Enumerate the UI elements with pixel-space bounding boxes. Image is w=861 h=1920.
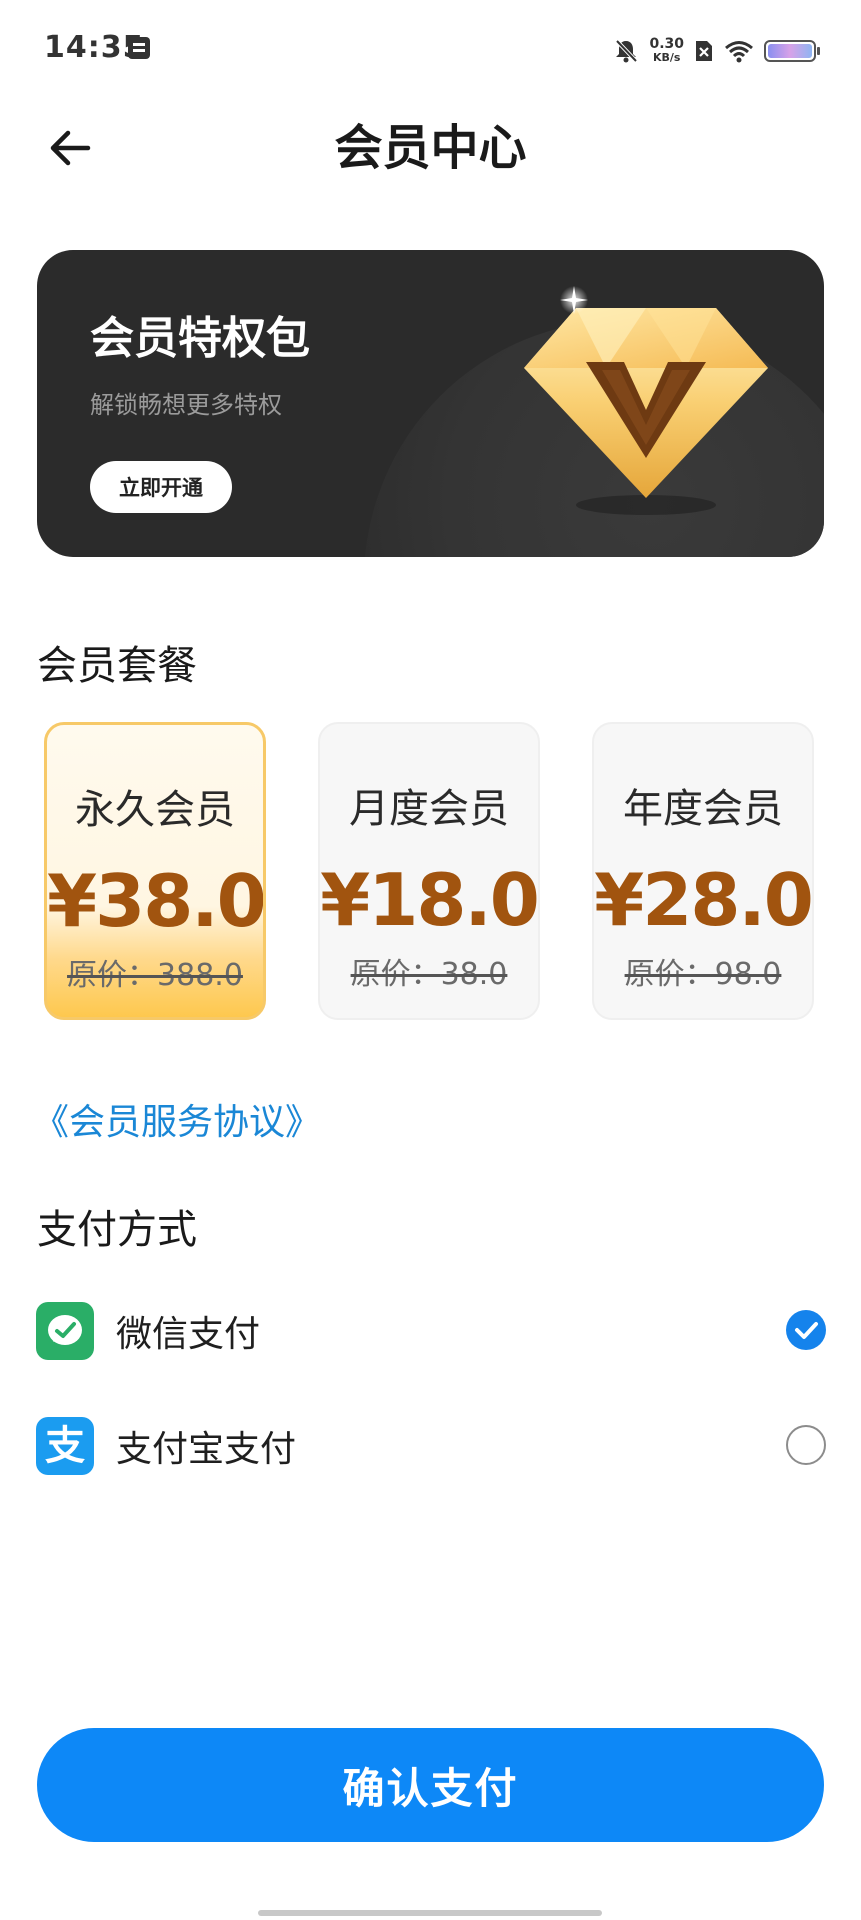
plan-price: ¥28.0 — [594, 858, 812, 942]
plan-name: 年度会员 — [623, 786, 783, 832]
net-speed-value: 0.30 — [649, 36, 684, 52]
banner-subtitle: 解锁畅想更多特权 — [90, 391, 282, 419]
plan-name: 月度会员 — [349, 786, 509, 832]
plan-card-yearly[interactable]: 年度会员 ¥28.0 原价：98.0 — [592, 722, 814, 1020]
plan-original-price: 原价：388.0 — [67, 958, 243, 993]
plan-original-price: 原价：98.0 — [624, 957, 782, 992]
radio-checked-icon[interactable] — [786, 1310, 826, 1350]
payment-label: 支付宝支付 — [116, 1429, 297, 1470]
net-speed: 0.30 KB/s — [649, 37, 684, 65]
plan-card-monthly[interactable]: 月度会员 ¥18.0 原价：38.0 — [318, 722, 540, 1020]
plan-name: 永久会员 — [75, 787, 235, 833]
service-agreement-link[interactable]: 《会员服务协议》 — [33, 1093, 321, 1145]
net-speed-unit: KB/s — [652, 51, 681, 64]
plan-original-price: 原价：38.0 — [350, 957, 508, 992]
page-title: 会员中心 — [334, 120, 527, 176]
plan-card-permanent[interactable]: 永久会员 ¥38.0 原价：388.0 — [44, 722, 266, 1020]
payment-label: 微信支付 — [116, 1314, 261, 1355]
payment-section-title: 支付方式 — [37, 1207, 197, 1253]
note-icon — [128, 37, 150, 59]
mute-icon — [616, 39, 638, 63]
wifi-icon — [725, 41, 753, 63]
plans-section-title: 会员套餐 — [37, 643, 197, 689]
home-indicator[interactable] — [258, 1910, 602, 1916]
vip-banner: 会员特权包 解锁畅想更多特权 立即开通 — [37, 250, 824, 557]
battery-icon — [764, 40, 820, 62]
vip-diamond-icon — [524, 286, 768, 515]
alipay-icon: 支 — [36, 1417, 94, 1475]
activate-now-button[interactable]: 立即开通 — [90, 461, 232, 513]
payment-option-wechat[interactable]: 微信支付 — [36, 1295, 826, 1367]
status-bar: 14:35 0.30 KB/s — [0, 0, 861, 100]
payment-option-alipay[interactable]: 支 支付宝支付 — [36, 1410, 826, 1482]
confirm-payment-button[interactable]: 确认支付 — [37, 1728, 824, 1842]
banner-title: 会员特权包 — [90, 313, 310, 364]
wechat-pay-icon — [36, 1302, 94, 1360]
status-icons: 0.30 KB/s — [613, 34, 820, 68]
sim-off-icon — [696, 41, 712, 61]
plan-price: ¥18.0 — [320, 858, 538, 942]
radio-unchecked-icon[interactable] — [786, 1425, 826, 1465]
plan-price: ¥38.0 — [47, 859, 265, 943]
